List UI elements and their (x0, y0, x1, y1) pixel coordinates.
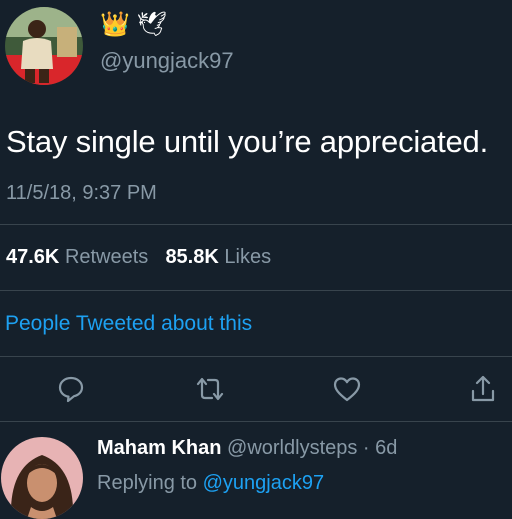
reply-author-name[interactable]: Maham Khan (97, 437, 221, 459)
divider (0, 421, 512, 422)
dove-emoji: 🕊 (136, 11, 168, 38)
people-tweeted-link[interactable]: People Tweeted about this (5, 312, 252, 336)
replying-to-line: Replying to @yungjack97 (97, 472, 324, 495)
tweet-stats: 47.6K Retweets 85.8K Likes (6, 246, 271, 269)
reply-header: Maham Khan @worldlysteps · 6d (97, 437, 397, 460)
like-button[interactable] (330, 372, 364, 406)
like-icon (333, 377, 361, 402)
divider (0, 356, 512, 357)
author-avatar[interactable] (5, 7, 83, 85)
reply-icon (58, 376, 84, 403)
likes-count[interactable]: 85.8K (165, 246, 218, 268)
replying-prefix: Replying to (97, 472, 203, 494)
share-icon (471, 375, 495, 402)
reply-author-avatar[interactable] (1, 437, 83, 519)
reply-button[interactable] (54, 372, 88, 406)
tweet-timestamp: 11/5/18, 9:37 PM (6, 182, 157, 204)
reply-age: 6d (375, 437, 398, 459)
author-handle[interactable]: @yungjack97 (100, 48, 234, 74)
likes-label[interactable]: Likes (224, 246, 271, 268)
retweets-count[interactable]: 47.6K (6, 246, 59, 268)
retweets-label[interactable]: Retweets (65, 246, 148, 268)
divider (0, 290, 512, 291)
replying-to-mention[interactable]: @yungjack97 (203, 472, 324, 494)
separator-dot: · (357, 437, 376, 459)
reply-author-handle[interactable]: @worldlysteps (227, 437, 357, 459)
crown-emoji: 👑 (100, 11, 130, 38)
retweet-button[interactable] (193, 372, 227, 406)
author-display-name-emojis: 👑 🕊 (100, 12, 167, 38)
divider (0, 224, 512, 225)
tweet-text: Stay single until you’re appreciated. (6, 124, 489, 159)
share-button[interactable] (466, 372, 500, 406)
retweet-icon (196, 377, 224, 401)
